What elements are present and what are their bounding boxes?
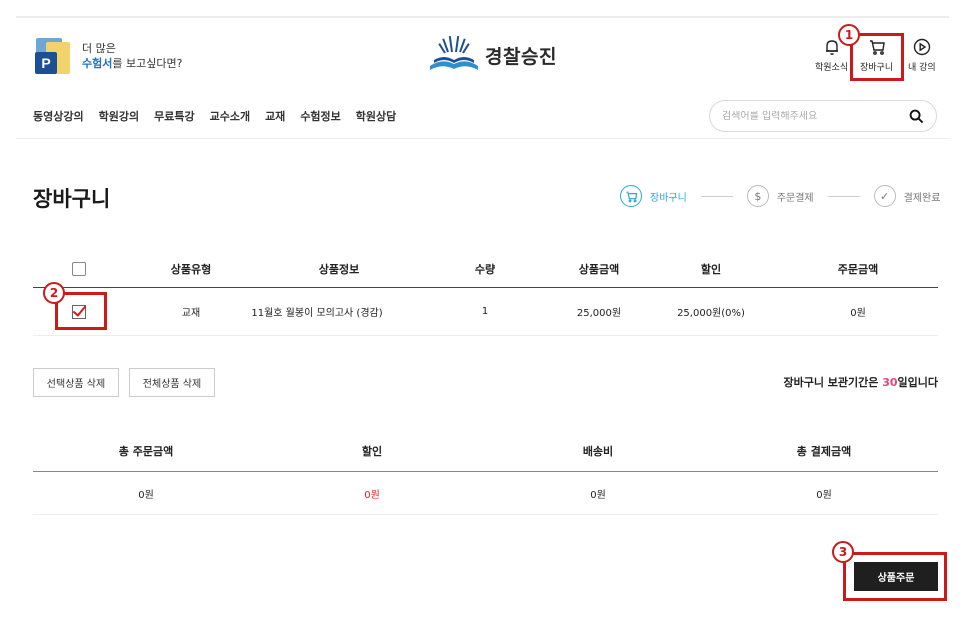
- select-all-checkbox[interactable]: [72, 261, 86, 276]
- nav-item-professor[interactable]: 교수소개: [210, 108, 250, 124]
- main-nav: 동영상강의 학원강의 무료특강 교수소개 교재 수험정보 학원상담: [33, 108, 411, 124]
- site-logo[interactable]: 경찰승진: [428, 36, 557, 74]
- step-complete-label: 결제완료: [903, 192, 941, 204]
- order-steps: 장바구니 $ 주문결제 ✓ 결제완료: [620, 185, 940, 207]
- header-price: 상품금액: [578, 262, 620, 276]
- row-discount: 25,000원(0%): [677, 308, 745, 319]
- annotation-marker-3: 3: [832, 541, 854, 563]
- search-icon[interactable]: [909, 109, 924, 124]
- news-label: 학원소식: [815, 63, 849, 73]
- check-icon: ✓: [873, 185, 896, 207]
- promo-highlight: 수험서: [82, 57, 113, 70]
- cart-table-header: 상품유형 상품정보 수량 상품금액 할인 주문금액: [33, 250, 938, 288]
- summary-discount: 0원: [364, 489, 380, 501]
- delete-selected-button[interactable]: 선택상품 삭제: [33, 368, 119, 397]
- step-payment-label: 주문결제: [776, 192, 814, 204]
- row-qty: 1: [481, 306, 489, 317]
- row-type: 교재: [181, 308, 201, 319]
- row-info[interactable]: 11월호 월봉이 모의고사 (경감): [251, 288, 382, 335]
- promo-text: 더 많은 수험서를 보고싶다면?: [82, 41, 182, 71]
- step-cart-label: 장바구니: [650, 192, 687, 204]
- keep-prefix: 장바구니 보관기간은: [783, 376, 883, 389]
- step-complete: ✓ 결제완료: [873, 185, 941, 207]
- step-payment: $ 주문결제: [746, 185, 814, 207]
- header-type: 상품유형: [170, 262, 212, 276]
- nav-item-video[interactable]: 동영상강의: [33, 108, 84, 124]
- table-row: 교재 11월호 월봉이 모의고사 (경감) 1 25,000원 25,000원(…: [33, 288, 938, 336]
- summary-payment: 0원: [816, 489, 832, 501]
- my-lecture-label: 내 강의: [908, 63, 936, 73]
- delete-all-button[interactable]: 전체상품 삭제: [129, 368, 215, 397]
- summary-header: 총 주문금액 할인 배송비 총 결제금액: [33, 430, 938, 472]
- summary-total: 0원: [138, 489, 154, 501]
- promo-line2: 를 보고싶다면?: [112, 57, 183, 70]
- open-book-logo-icon: [430, 36, 478, 70]
- summary-header-payment: 총 결제금액: [796, 444, 852, 458]
- nav-item-academy[interactable]: 학원강의: [99, 108, 139, 124]
- step-cart: 장바구니: [620, 185, 687, 207]
- select-all-cell: [72, 250, 86, 287]
- header-qty: 수량: [474, 262, 496, 276]
- search-bar: [709, 100, 937, 132]
- step-separator: [827, 195, 860, 197]
- summary-row: 0원 0원 0원 0원: [33, 472, 938, 515]
- nav-item-exam-info[interactable]: 수험정보: [300, 108, 340, 124]
- nav-item-consult[interactable]: 학원상담: [356, 108, 396, 124]
- keep-suffix: 일입니다: [897, 376, 938, 389]
- keep-days: 30: [882, 376, 898, 389]
- summary-header-discount: 할인: [361, 444, 383, 458]
- annotation-box-order: [843, 552, 947, 601]
- keep-period-notice: 장바구니 보관기간은 30일입니다: [783, 374, 938, 390]
- search-input[interactable]: [722, 110, 909, 122]
- row-price: 25,000원: [576, 308, 622, 319]
- bell-icon: [825, 40, 838, 55]
- row-order-amount: 0원: [850, 308, 866, 319]
- books-icon: P: [34, 36, 72, 76]
- header-order-amount: 주문금액: [837, 262, 879, 276]
- step-separator: [700, 195, 733, 197]
- promo-book-letter: P: [35, 52, 57, 74]
- promo-line1: 더 많은: [82, 42, 116, 55]
- header-info: 상품정보: [318, 262, 360, 276]
- promo-banner[interactable]: P 더 많은 수험서를 보고싶다면?: [34, 36, 182, 76]
- summary-header-total: 총 주문금액: [118, 444, 174, 458]
- page-title: 장바구니: [33, 187, 111, 211]
- cart-icon: [620, 185, 642, 207]
- nav-item-textbook[interactable]: 교재: [265, 108, 285, 124]
- header-discount: 할인: [700, 262, 722, 276]
- summary-header-shipping: 배송비: [582, 444, 614, 458]
- my-lecture-button[interactable]: 내 강의: [908, 38, 936, 73]
- annotation-marker-1: 1: [838, 24, 860, 46]
- play-circle-icon: [913, 38, 931, 56]
- nav-divider: [16, 138, 949, 139]
- logo-text: 경찰승진: [485, 46, 557, 68]
- dollar-icon: $: [746, 185, 769, 207]
- top-divider: [16, 16, 949, 18]
- summary-shipping: 0원: [590, 489, 606, 501]
- annotation-marker-2: 2: [43, 282, 65, 304]
- nav-item-free[interactable]: 무료특강: [154, 108, 194, 124]
